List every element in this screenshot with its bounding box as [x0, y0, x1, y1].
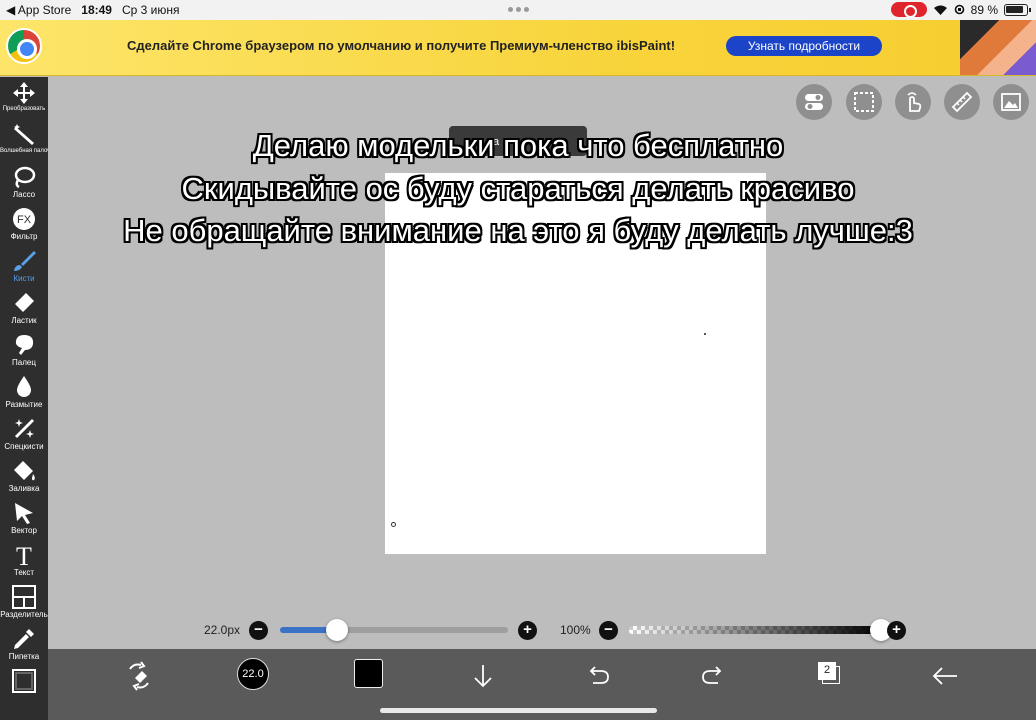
date-label: Ср 3 июня [121, 3, 180, 17]
banner-text: Сделайте Chrome браузером по умолчанию и… [127, 38, 676, 53]
redo-icon[interactable] [696, 659, 730, 693]
home-indicator[interactable] [380, 708, 657, 713]
ruler-icon [951, 91, 973, 113]
tool-eraser[interactable]: Ластик [0, 289, 48, 331]
swap-brush-eraser-icon[interactable] [122, 659, 156, 693]
back-arrow-icon[interactable] [928, 659, 962, 693]
caption-line: Не обращайте внимание на это я буду дела… [123, 213, 913, 248]
battery-percent: 89 % [970, 2, 998, 17]
back-to-app-store[interactable]: ◀ App Store [6, 3, 71, 17]
tool-text[interactable]: T Текст [0, 541, 48, 583]
brush-size-slider[interactable] [280, 627, 508, 633]
tool-brush[interactable]: Кисти [0, 247, 48, 289]
selection-dashed-icon [854, 92, 874, 112]
tool-label: Размытие [5, 400, 43, 409]
hand-touch-icon [907, 92, 922, 112]
tool-vector[interactable]: Вектор [0, 499, 48, 541]
paint-bucket-icon [14, 461, 35, 481]
tool-label: Вектор [11, 526, 37, 535]
status-bar: ◀ App Store 18:49 Ср 3 июня 89 % [0, 0, 1036, 20]
tool-label: Ластик [11, 316, 37, 325]
battery-icon [1004, 3, 1031, 16]
caption-line: Делаю модельки пока что бесплатно [252, 128, 784, 163]
brush-size-label: 22.0px [204, 623, 241, 637]
layer-count: 2 [818, 662, 836, 680]
eraser-icon [15, 293, 34, 312]
caption-line: Скидывайте ос буду стараться делать крас… [181, 171, 855, 206]
canvas-mark [391, 522, 396, 527]
opacity-decrease-button[interactable]: − [599, 621, 618, 640]
download-arrow-icon[interactable] [466, 659, 500, 693]
tool-label: Спецкисти [4, 442, 44, 451]
image-icon [1001, 93, 1021, 111]
text-t-icon: T [16, 543, 32, 567]
orientation-lock-icon [954, 4, 964, 15]
tool-label: Заливка [8, 484, 40, 493]
chrome-logo-icon [6, 28, 42, 64]
opacity-increase-button[interactable]: + [887, 621, 906, 640]
screen-recording-icon[interactable] [890, 2, 927, 18]
tool-finger[interactable]: Палец [0, 331, 48, 373]
touch-gesture-button[interactable] [895, 84, 931, 120]
canvas-mark [704, 333, 706, 335]
size-increase-button[interactable]: + [518, 621, 537, 640]
ruler-button[interactable] [944, 84, 980, 120]
frame-divider-icon [12, 585, 36, 609]
opacity-label: 100% [560, 623, 591, 637]
multitasking-dots-icon[interactable] [508, 7, 529, 12]
sparkle-brush-icon [15, 419, 34, 438]
toggle-switch-icon [805, 94, 823, 110]
brush-icon [14, 251, 36, 271]
tool-label: Разделитель [0, 610, 48, 619]
eyedropper-icon [14, 629, 34, 649]
tool-transform[interactable]: Преобразовать [0, 79, 48, 121]
svg-text:T: T [16, 543, 32, 567]
tool-eyedropper[interactable]: Пипетка [0, 625, 48, 667]
tool-label: Текст [13, 568, 35, 577]
reference-image-button[interactable] [993, 84, 1029, 120]
tool-label: Палец [12, 358, 36, 367]
banner-illustration [960, 20, 1036, 75]
layers-button[interactable]: 2 [818, 662, 840, 684]
color-swatch[interactable] [354, 659, 383, 688]
tool-canvas[interactable] [0, 667, 48, 709]
cursor-arrow-icon [15, 503, 33, 524]
tool-label: Пипетка [8, 652, 40, 661]
tool-blur[interactable]: Размытие [0, 373, 48, 415]
tool-fill[interactable]: Заливка [0, 457, 48, 499]
tool-label: Кисти [13, 274, 35, 283]
undo-icon[interactable] [581, 659, 615, 693]
tool-divider[interactable]: Разделитель [0, 583, 48, 625]
selection-button[interactable] [846, 84, 882, 120]
finger-smudge-icon [15, 335, 34, 355]
learn-more-button[interactable]: Узнать подробности [726, 36, 882, 56]
canvas-frame-icon [12, 669, 36, 693]
brush-size-thumb[interactable] [326, 619, 348, 641]
size-decrease-button[interactable]: − [249, 621, 268, 640]
clock-time: 18:49 [81, 3, 112, 17]
promo-banner[interactable]: Сделайте Chrome браузером по умолчанию и… [0, 20, 1036, 76]
wifi-icon [933, 5, 947, 15]
water-drop-icon [17, 376, 31, 397]
opacity-slider[interactable] [629, 626, 881, 634]
tool-label: Преобразовать [2, 106, 46, 112]
tool-special-brush[interactable]: Спецкисти [0, 415, 48, 457]
brush-size-preview[interactable]: 22.0 [237, 658, 269, 690]
move-arrows-icon [13, 82, 35, 104]
toggle-settings-button[interactable] [796, 84, 832, 120]
